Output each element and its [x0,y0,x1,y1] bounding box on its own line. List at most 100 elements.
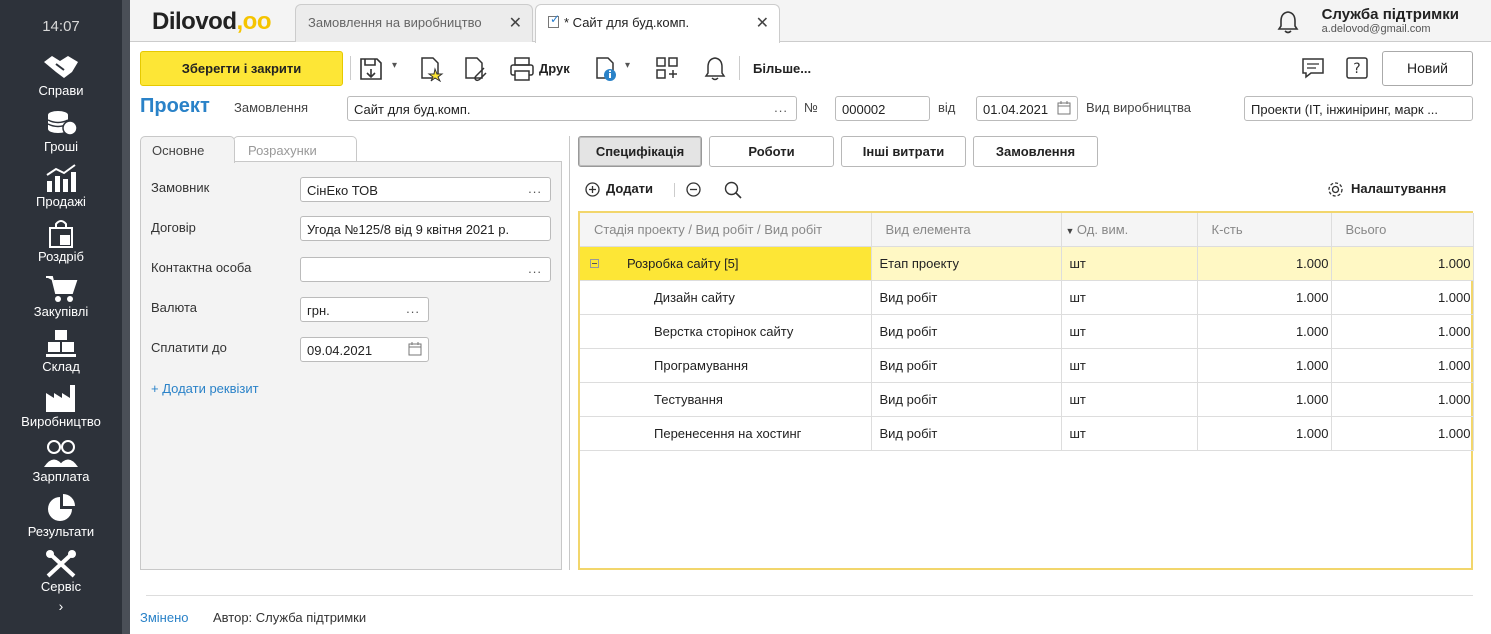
settings-button[interactable]: Налаштування [1351,181,1446,196]
select-dots-icon[interactable]: ... [528,181,542,196]
table-row[interactable]: Перенесення на хостинг Вид робіт шт 1.00… [580,416,1474,451]
save-and-close-button[interactable]: Зберегти і закрити [140,51,343,86]
column-header-quantity[interactable]: К-сть [1197,213,1332,247]
user-info[interactable]: Служба підтримки a.delovod@gmail.com [1322,6,1459,35]
production-type-field[interactable]: Проекти (IT, інжиніринг, марк ... [1244,96,1473,121]
tab-specification[interactable]: Специфікація [578,136,702,167]
sidebar-item-sales[interactable]: Продажі [0,163,122,218]
table-row[interactable]: Тестування Вид робіт шт 1.000 1.000 [580,382,1474,417]
table-header-row: Стадія проекту / Вид робіт / Вид робіт В… [580,213,1474,247]
tab-site-project[interactable]: * Сайт для буд.комп. ✕ [535,4,780,43]
pay-until-label: Сплатити до [151,340,227,355]
reminder-bell-icon[interactable] [703,56,727,82]
calendar-icon[interactable] [408,342,422,356]
contact-person-label: Контактна особа [151,260,252,275]
sidebar-more-chevron[interactable]: › [0,598,122,614]
order-field[interactable]: Сайт для буд.комп.... [347,96,797,121]
sidebar-item-money[interactable]: Гроші [0,108,122,163]
column-header-element-type[interactable]: Вид елемента [871,213,1062,247]
add-row-button[interactable]: Додати [606,181,653,196]
sidebar-item-production[interactable]: Виробництво [0,383,122,438]
toolbar-separator [674,183,675,197]
contact-person-field[interactable]: ... [300,257,551,282]
print-button[interactable]: Друк [539,61,570,76]
collapse-icon[interactable] [590,258,599,268]
calendar-icon[interactable] [1057,101,1071,115]
sidebar-item-results[interactable]: Результати [0,493,122,548]
help-icon[interactable]: ? [1345,56,1369,80]
more-button[interactable]: Більше... [753,61,811,76]
tab-production-order[interactable]: Замовлення на виробництво ✕ [295,4,533,42]
table-row[interactable]: Верстка сторінок сайту Вид робіт шт 1.00… [580,314,1474,349]
sidebar-item-purchases[interactable]: Закупівлі [0,273,122,328]
toolbar-separator [350,56,351,80]
sidebar-item-warehouse[interactable]: Склад [0,328,122,383]
tab-main[interactable]: Основне [140,136,235,163]
pay-until-field[interactable]: 09.04.2021 [300,337,429,362]
remove-circle-icon[interactable] [686,182,701,197]
add-widget-grid-icon[interactable] [655,56,681,82]
currency-label: Валюта [151,300,197,315]
sidebar-item-retail[interactable]: Роздріб [0,218,122,273]
attach-document-icon[interactable] [462,56,488,82]
tab-works[interactable]: Роботи [709,136,834,167]
svg-text:?: ? [1353,61,1360,77]
contract-label: Договір [151,220,196,235]
sidebar-item-salary[interactable]: Зарплата [0,438,122,493]
tab-calculations[interactable]: Розрахунки [233,136,357,162]
contract-field[interactable]: Угода №125/8 від 9 квітня 2021 р. [300,216,551,241]
gear-icon[interactable] [1327,181,1344,198]
sidebar-item-service[interactable]: Сервіс [0,548,122,603]
column-header-stage[interactable]: Стадія проекту / Вид робіт / Вид робіт [580,213,872,247]
close-icon[interactable]: ✕ [756,13,769,33]
search-icon[interactable] [724,181,742,199]
document-check-icon [548,12,560,28]
sort-desc-icon: ▼ [1065,225,1077,236]
customer-label: Замовник [151,180,210,195]
people-icon [44,440,78,467]
toolbar-separator [739,56,740,80]
tab-orders[interactable]: Замовлення [973,136,1098,167]
number-field[interactable]: 000002 [835,96,930,121]
tab-other-costs[interactable]: Інші витрати [841,136,966,167]
date-field[interactable]: 01.04.2021 [976,96,1078,121]
print-icon[interactable] [509,56,535,82]
comments-icon[interactable] [1301,56,1325,80]
order-label: Замовлення [234,100,309,115]
changed-link[interactable]: Змінено [140,610,189,625]
close-icon[interactable]: ✕ [509,13,522,33]
table-row[interactable]: Розробка сайту [5] Етап проекту шт 1.000… [580,246,1474,281]
app-logo[interactable]: Dilovod,oo [152,8,271,36]
sidebar-item-affairs[interactable]: Справи [0,52,122,107]
production-type-label: Вид виробництва [1086,100,1192,115]
info-dropdown-chevron-icon[interactable]: ▾ [625,60,630,71]
select-dots-icon[interactable]: ... [406,301,420,316]
column-header-unit[interactable]: ▼ Од. вим. [1061,213,1198,247]
add-circle-icon[interactable] [585,182,600,197]
table-row[interactable]: Програмування Вид робіт шт 1.000 1.000 [580,348,1474,383]
save-dropdown-chevron-icon[interactable]: ▾ [392,60,397,71]
column-header-total[interactable]: Всього [1331,213,1474,247]
table-row[interactable]: Дизайн сайту Вид робіт шт 1.000 1.000 [580,280,1474,315]
date-label: від [938,100,956,115]
select-dots-icon[interactable]: ... [774,100,788,115]
currency-field[interactable]: грн.... [300,297,429,322]
specification-table: Стадія проекту / Вид робіт / Вид робіт В… [578,211,1474,570]
sidebar-scrollbar[interactable] [122,0,130,634]
sales-chart-icon [46,164,76,192]
favorite-document-icon[interactable] [418,56,444,82]
cart-icon [46,276,78,302]
boxes-icon [46,330,76,357]
top-tab-bar: Dilovod,oo Замовлення на виробництво ✕ *… [130,0,1491,43]
footer-divider [146,595,1473,596]
panel-divider[interactable] [569,136,570,570]
select-dots-icon[interactable]: ... [528,261,542,276]
save-icon[interactable] [358,56,384,82]
coins-icon [47,111,78,136]
document-info-icon[interactable] [593,56,619,82]
author-info: Автор: Служба підтримки [213,610,367,625]
customer-field[interactable]: СінЕко ТОВ... [300,177,551,202]
add-requisite-link[interactable]: + Додати реквізит [151,381,259,396]
new-button[interactable]: Новий [1382,51,1473,86]
notifications-bell-icon[interactable] [1277,10,1299,34]
